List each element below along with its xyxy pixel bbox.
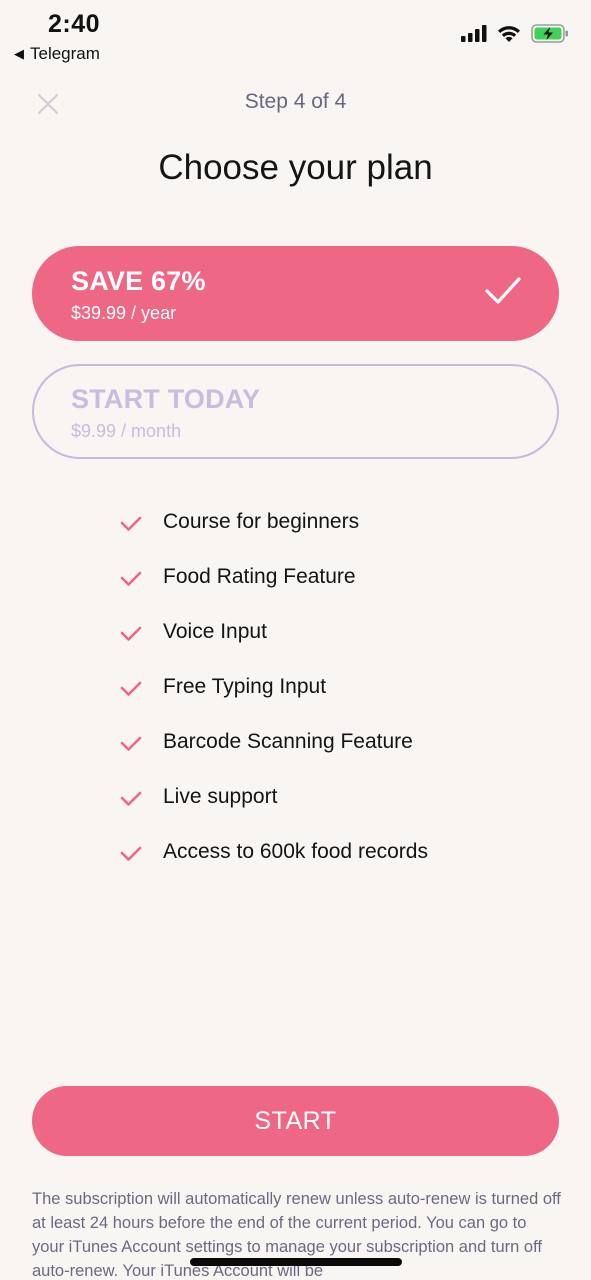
subscription-legal-text: The subscription will automatically rene… [32,1190,561,1280]
check-icon [120,846,142,861]
feature-label: Voice Input [163,620,267,643]
feature-label: Access to 600k food records [163,840,428,863]
plan-title: START TODAY [71,384,261,414]
plan-title: SAVE 67% [71,266,206,296]
feature-item: Free Typing Input [120,670,428,725]
page-title: Choose your plan [158,148,433,187]
feature-item: Food Rating Feature [120,560,428,615]
plan-option-monthly[interactable]: START TODAY $9.99 / month [32,364,559,459]
status-time: 2:40 [48,10,101,38]
top-nav: Step 4 of 4 [0,86,591,122]
step-indicator: Step 4 of 4 [244,90,347,113]
check-icon [120,681,142,696]
start-button[interactable]: START [32,1086,559,1156]
feature-label: Course for beginners [163,510,360,533]
back-to-app-link[interactable]: ◀ Telegram [14,44,100,64]
feature-item: Course for beginners [120,505,428,560]
feature-item: Voice Input [120,615,428,670]
home-indicator[interactable] [190,1258,402,1266]
feature-item: Barcode Scanning Feature [120,725,428,780]
status-bar: 2:40 ◀ Telegram [0,0,591,70]
plan-price: $9.99 / month [71,421,182,441]
feature-label: Food Rating Feature [163,565,356,588]
battery-charging-icon [531,24,568,43]
check-icon [120,571,142,586]
wifi-icon [498,25,520,42]
check-icon [120,791,142,806]
feature-label: Live support [163,785,278,808]
plan-option-yearly[interactable]: SAVE 67% $39.99 / year [32,246,559,341]
check-icon [120,736,142,751]
status-icons [461,24,569,43]
check-icon [120,516,142,531]
feature-item: Access to 600k food records [120,835,428,890]
feature-item: Live support [120,780,428,835]
cellular-signal-icon [461,25,487,42]
back-app-label: Telegram [30,44,100,63]
back-triangle-icon: ◀ [14,46,24,61]
feature-label: Barcode Scanning Feature [163,730,413,753]
checkmark-icon [485,277,521,304]
feature-list: Course for beginners Food Rating Feature… [120,505,428,890]
check-icon [120,626,142,641]
plan-price: $39.99 / year [71,303,177,323]
feature-label: Free Typing Input [163,675,327,698]
